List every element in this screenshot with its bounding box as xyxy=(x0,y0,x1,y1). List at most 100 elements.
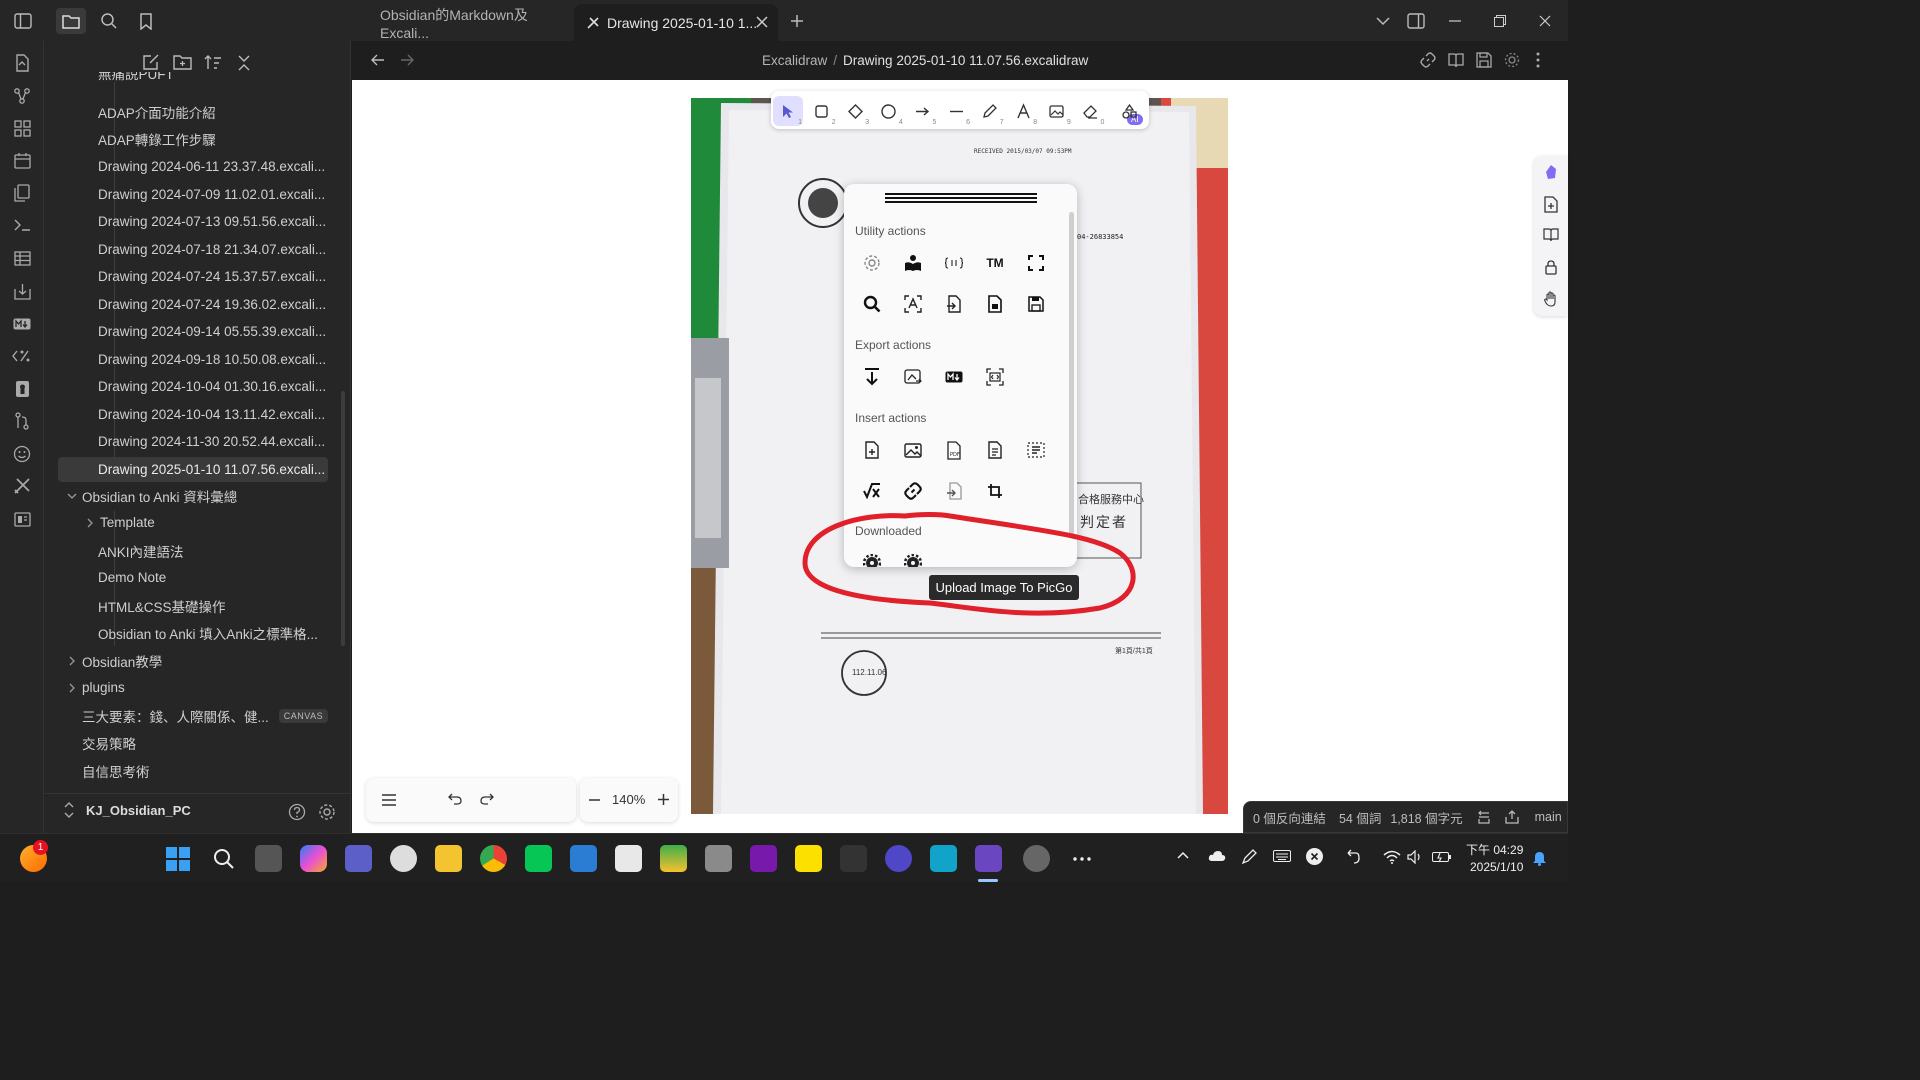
downloaded-script-gear-icon[interactable] xyxy=(859,550,885,567)
right-sidebar-toggle-icon[interactable] xyxy=(1403,8,1429,34)
new-tab-icon[interactable] xyxy=(784,8,810,34)
list-item[interactable]: Drawing 2024-06-11 23.37.48.excali... xyxy=(58,154,328,179)
insert-image-icon[interactable] xyxy=(900,437,926,463)
wifi-icon[interactable] xyxy=(1383,850,1401,864)
arc-browser-icon[interactable] xyxy=(885,845,912,872)
line-app-icon[interactable] xyxy=(525,845,552,872)
book-open-icon[interactable] xyxy=(1448,52,1464,68)
diamond-tool-icon[interactable]: 3 xyxy=(840,96,870,126)
excalidraw-icon[interactable] xyxy=(11,475,33,497)
image-export-icon[interactable] xyxy=(900,364,926,390)
clock[interactable]: 下午 04:29 2025/1/10 xyxy=(1466,841,1523,874)
git-branch-name[interactable]: main xyxy=(1535,810,1562,824)
sort-icon[interactable] xyxy=(204,54,222,70)
file-export-icon[interactable] xyxy=(941,291,967,317)
upload-icon[interactable] xyxy=(1504,810,1519,824)
search-icon[interactable] xyxy=(859,291,885,317)
import-icon[interactable] xyxy=(11,280,33,302)
windows-start-icon[interactable] xyxy=(164,845,191,872)
folder-template[interactable]: Template xyxy=(76,510,346,535)
open-quick-switcher-icon[interactable] xyxy=(11,52,33,74)
volume-icon[interactable] xyxy=(1407,850,1423,864)
selection-tool-icon[interactable]: 1 xyxy=(773,96,803,126)
notification-bell-icon[interactable] xyxy=(1532,850,1547,866)
hand-tool-icon[interactable] xyxy=(1544,291,1558,307)
graph-view-icon[interactable] xyxy=(11,85,33,107)
sidebar-toggle-icon[interactable] xyxy=(10,8,36,34)
notepad-icon[interactable] xyxy=(570,845,597,872)
search-icon[interactable] xyxy=(210,845,237,872)
image-tool-icon[interactable]: 9 xyxy=(1042,96,1072,126)
zoom-in-icon[interactable] xyxy=(658,794,669,805)
svg-export-icon[interactable] xyxy=(982,364,1008,390)
obsidian-logo-icon[interactable] xyxy=(1544,164,1558,180)
back-arrow-icon[interactable] xyxy=(371,54,385,66)
search-icon[interactable] xyxy=(96,8,122,34)
obsidian-app-icon[interactable] xyxy=(975,845,1002,872)
table-icon[interactable] xyxy=(11,247,33,269)
file-duplicate-icon[interactable] xyxy=(982,291,1008,317)
text-tool-icon[interactable]: 8 xyxy=(1008,96,1038,126)
file-lock-icon[interactable] xyxy=(11,378,33,400)
list-item[interactable]: ANKI內建語法 xyxy=(98,538,368,563)
list-item[interactable]: Drawing 2024-07-18 21.34.07.excali... xyxy=(58,237,328,262)
chevron-up-icon[interactable] xyxy=(1177,851,1189,859)
more-apps-icon[interactable] xyxy=(1068,845,1095,872)
sticky-notes-icon[interactable] xyxy=(795,845,822,872)
list-item[interactable]: 交易策略 xyxy=(82,730,352,755)
calendar-icon[interactable] xyxy=(11,149,33,171)
save-icon[interactable] xyxy=(1023,291,1049,317)
markdown-icon[interactable] xyxy=(11,313,33,335)
more-options-icon[interactable] xyxy=(1536,52,1540,68)
insert-card-icon[interactable] xyxy=(1023,437,1049,463)
list-item[interactable]: Drawing 2024-07-24 15.37.57.excali... xyxy=(58,264,328,289)
new-file-icon[interactable] xyxy=(1544,196,1558,213)
list-item[interactable]: Drawing 2024-09-14 05.55.39.excali... xyxy=(58,319,328,344)
zoom-out-icon[interactable] xyxy=(589,799,600,801)
close-window-icon[interactable] xyxy=(1532,8,1558,34)
folder-obsidian-teaching[interactable]: Obsidian教學 xyxy=(58,648,328,673)
list-item[interactable]: Demo Note xyxy=(98,565,368,590)
list-item[interactable]: Drawing 2024-10-04 13.11.42.excali... xyxy=(58,402,328,427)
collapse-all-icon[interactable] xyxy=(237,55,251,71)
copy-files-icon[interactable] xyxy=(11,182,33,204)
slides-icon[interactable] xyxy=(11,508,33,530)
new-note-icon[interactable] xyxy=(142,53,160,71)
save-icon[interactable] xyxy=(1476,52,1492,68)
tab-markdown-excalidraw[interactable]: Obsidian的Markdown及Excali... xyxy=(366,4,574,41)
page-title[interactable]: Drawing 2025-01-10 11.07.56.excalidraw xyxy=(843,53,1088,68)
tab-drawing[interactable]: Drawing 2025-01-10 1... xyxy=(574,4,778,41)
settings-app-icon[interactable] xyxy=(1023,845,1050,872)
hamburger-menu-icon[interactable] xyxy=(382,794,396,806)
crop-icon[interactable] xyxy=(982,478,1008,504)
tiktok-music-icon[interactable] xyxy=(930,845,957,872)
pen-icon[interactable] xyxy=(1241,849,1257,865)
sidebar-scrollbar[interactable] xyxy=(341,391,345,646)
list-item[interactable]: Drawing 2024-10-04 01.30.16.excali... xyxy=(58,374,328,399)
list-item-canvas[interactable]: 三大要素：錢、人際關係、健... CANVAS xyxy=(82,703,352,728)
upload-picgo-gear-icon[interactable] xyxy=(900,550,926,567)
list-item[interactable]: 無痛說PUFT xyxy=(98,72,368,88)
file-explorer-icon[interactable] xyxy=(56,8,86,34)
trademark-icon[interactable]: TM xyxy=(982,250,1008,276)
breadcrumb-parent[interactable]: Excalidraw xyxy=(762,53,827,68)
usb-device-icon[interactable] xyxy=(705,845,732,872)
settings-gear-icon[interactable] xyxy=(859,250,885,276)
close-tab-icon[interactable] xyxy=(756,16,768,28)
book-open-icon[interactable] xyxy=(1543,228,1559,242)
code-percent-icon[interactable] xyxy=(11,345,33,367)
chrome-icon[interactable] xyxy=(480,845,507,872)
insert-link-icon[interactable] xyxy=(900,478,926,504)
download-icon[interactable] xyxy=(859,364,885,390)
smiley-icon[interactable] xyxy=(11,443,33,465)
undo-icon[interactable] xyxy=(448,793,462,805)
insert-file-icon[interactable] xyxy=(859,437,885,463)
insert-latex-icon[interactable] xyxy=(859,478,885,504)
lock-icon[interactable] xyxy=(1545,260,1557,275)
list-item[interactable]: Drawing 2024-07-13 09.51.56.excali... xyxy=(58,209,328,234)
git-branch-icon[interactable] xyxy=(11,410,33,432)
clock-app-icon[interactable] xyxy=(390,845,417,872)
link-icon[interactable] xyxy=(1420,52,1436,68)
list-item[interactable]: ADAP介面功能介紹 xyxy=(58,99,328,124)
eraser-tool-icon[interactable]: 0 xyxy=(1075,96,1105,126)
